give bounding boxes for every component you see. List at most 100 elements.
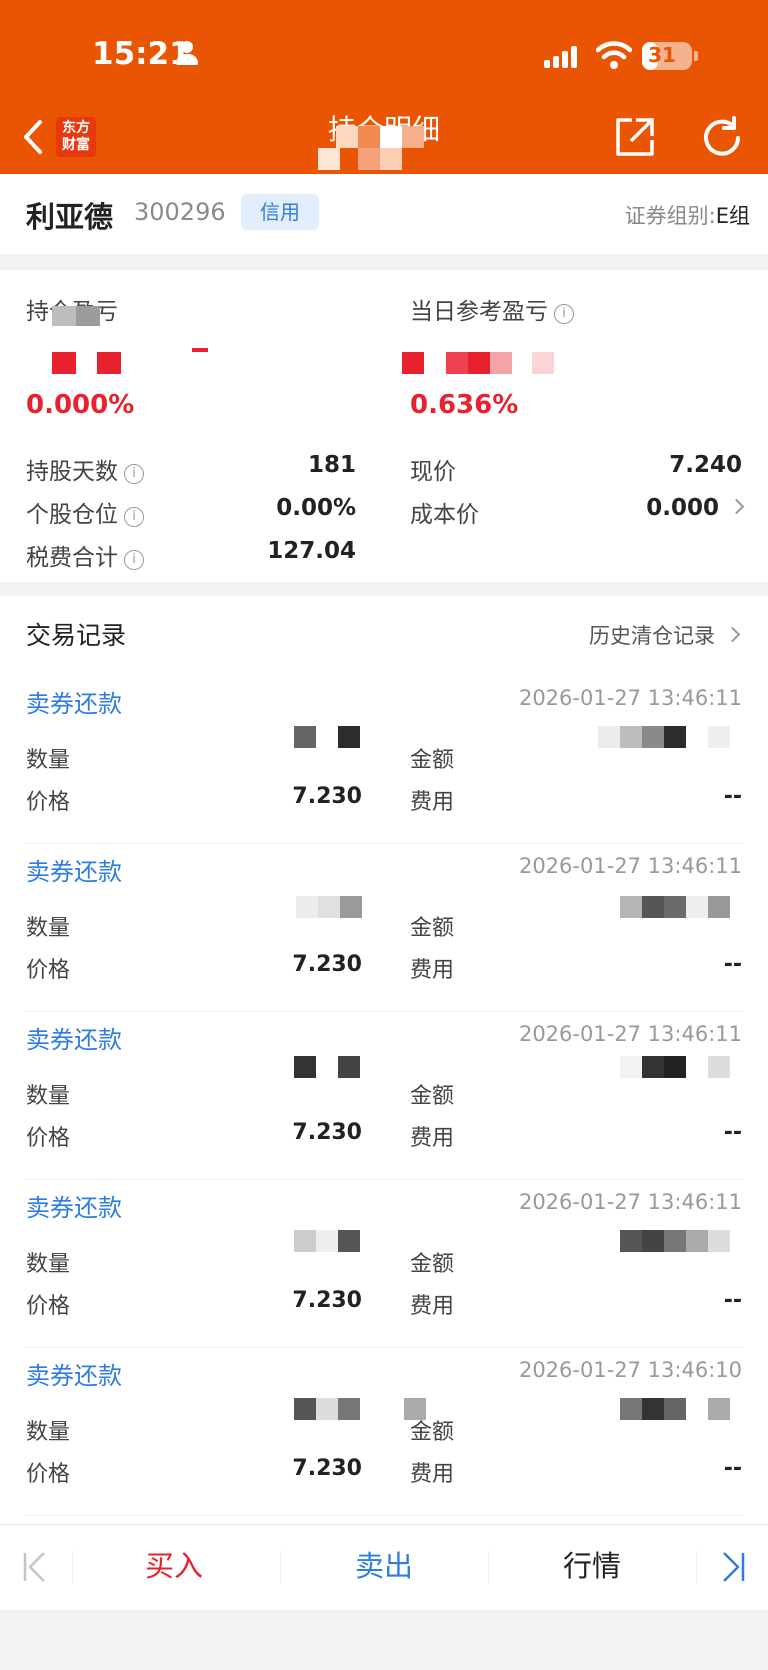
fee-value: -- <box>723 1288 742 1313</box>
holding-days-value: 181 <box>307 452 356 478</box>
fee-value: -- <box>723 1120 742 1145</box>
price-value: 7.230 <box>292 952 362 977</box>
total-fees-label: 税费合计 i <box>26 538 144 572</box>
redaction-mosaic <box>272 726 362 748</box>
price-label: 价格 <box>26 1126 71 1151</box>
trade-time: 2026-01-27 13:46:11 <box>518 1022 742 1046</box>
price-label: 价格 <box>26 958 71 983</box>
qty-label: 数量 <box>26 1252 71 1277</box>
wifi-icon <box>596 41 632 69</box>
buy-button[interactable]: 买入 <box>84 1543 264 1585</box>
trade-type: 卖券还款 <box>26 1026 122 1054</box>
fee-label: 费用 <box>410 1462 455 1487</box>
redaction-mosaic <box>620 1230 730 1252</box>
trade-time: 2026-01-27 13:46:11 <box>518 686 742 710</box>
redaction-mosaic <box>620 1398 730 1420</box>
price-value: 7.230 <box>292 1288 362 1313</box>
trade-type: 卖券还款 <box>26 1362 122 1390</box>
home-indicator-area <box>0 1610 768 1670</box>
cellular-signal-icon <box>544 44 584 68</box>
trade-records: 交易记录 历史清仓记录 卖券还款 2026-01-27 13:46:11 数量 … <box>0 596 768 1526</box>
price-label: 价格 <box>26 1294 71 1319</box>
trade-type: 卖券还款 <box>26 858 122 886</box>
redaction-mosaic <box>598 726 742 748</box>
bottom-action-bar: 买入 卖出 行情 <box>0 1524 768 1610</box>
sell-button[interactable]: 卖出 <box>294 1543 474 1585</box>
fee-value: -- <box>723 1456 742 1481</box>
redaction-mosaic <box>52 306 102 326</box>
amount-label: 金额 <box>410 1252 455 1277</box>
trade-item[interactable]: 卖券还款 2026-01-27 13:46:11 数量 金额 价格 7.230 … <box>26 676 742 844</box>
daily-pl-label: 当日参考盈亏 i <box>410 292 574 326</box>
redaction-mosaic <box>296 896 362 918</box>
qty-label: 数量 <box>26 1420 71 1445</box>
first-page-icon[interactable] <box>20 1547 50 1587</box>
price-value: 7.230 <box>292 1120 362 1145</box>
trade-item[interactable]: 卖券还款 2026-01-27 13:46:11 数量 金额 价格 7.230 … <box>26 1012 742 1180</box>
cost-price-row[interactable]: 0.000 <box>560 495 745 521</box>
battery-icon: 31 <box>642 42 698 70</box>
current-price-label: 现价 <box>410 459 456 485</box>
price-label: 价格 <box>26 1462 71 1487</box>
daily-pl-percent: 0.636% <box>410 390 519 420</box>
credit-badge: 信用 <box>241 194 319 230</box>
redaction-mosaic <box>318 126 444 174</box>
position-ratio-label: 个股仓位 i <box>26 495 144 529</box>
redaction-mosaic <box>620 1056 730 1078</box>
fee-value: -- <box>723 952 742 977</box>
share-button[interactable] <box>614 116 656 158</box>
person-icon <box>176 41 198 67</box>
holding-days-label: 持股天数 i <box>26 452 144 486</box>
info-icon[interactable]: i <box>554 304 574 324</box>
fee-label: 费用 <box>410 1294 455 1319</box>
amount-label: 金额 <box>410 1420 455 1445</box>
total-fees-value: 127.04 <box>267 538 356 564</box>
stock-code: 300296 <box>134 198 226 226</box>
price-value: 7.230 <box>292 1456 362 1481</box>
last-page-icon[interactable] <box>718 1547 748 1587</box>
redaction-mosaic <box>402 352 562 374</box>
info-icon[interactable]: i <box>124 464 144 484</box>
qty-label: 数量 <box>26 748 71 773</box>
stock-name: 利亚德 <box>26 200 114 234</box>
refresh-button[interactable] <box>700 116 744 160</box>
trades-title: 交易记录 <box>26 621 127 650</box>
price-label: 价格 <box>26 790 71 815</box>
redaction-mosaic <box>620 896 730 918</box>
chevron-right-icon <box>724 626 741 643</box>
top-bar: 15:21 31 东方 财富 持仓明细 <box>0 0 768 174</box>
fee-label: 费用 <box>410 1126 455 1151</box>
cost-price-label: 成本价 <box>410 502 479 528</box>
holding-pl-percent: 0.000% <box>26 390 135 420</box>
trade-type: 卖券还款 <box>26 690 122 718</box>
trade-time: 2026-01-27 13:46:11 <box>518 1190 742 1214</box>
price-value: 7.230 <box>292 784 362 809</box>
chevron-right-icon <box>728 498 745 515</box>
fee-value: -- <box>723 784 742 809</box>
trade-item[interactable]: 卖券还款 2026-01-27 13:46:10 数量 金额 价格 7.230 … <box>26 1348 742 1516</box>
amount-label: 金额 <box>410 748 455 773</box>
history-clearance-link[interactable]: 历史清仓记录 <box>589 620 741 650</box>
position-summary: 持仓盈亏 0.000% 当日参考盈亏i 0.636% 持股天数i 181 个股仓… <box>0 270 768 582</box>
battery-level: 31 <box>648 43 676 67</box>
trade-item[interactable]: 卖券还款 2026-01-27 13:46:11 数量 金额 价格 7.230 … <box>26 844 742 1012</box>
trade-time: 2026-01-27 13:46:10 <box>518 1358 742 1382</box>
trade-item[interactable]: 卖券还款 2026-01-27 13:46:11 数量 金额 价格 7.230 … <box>26 1180 742 1348</box>
redaction-mosaic <box>294 1230 362 1252</box>
position-ratio-value: 0.00% <box>276 495 356 521</box>
trade-type: 卖券还款 <box>26 1194 122 1222</box>
redaction-mosaic <box>52 348 212 388</box>
amount-label: 金额 <box>410 1084 455 1109</box>
amount-label: 金额 <box>410 916 455 941</box>
info-icon[interactable]: i <box>124 550 144 570</box>
quote-button[interactable]: 行情 <box>502 1543 682 1585</box>
redaction-mosaic <box>294 1056 362 1078</box>
fee-label: 费用 <box>410 958 455 983</box>
info-icon[interactable]: i <box>124 507 144 527</box>
fee-label: 费用 <box>410 790 455 815</box>
qty-label: 数量 <box>26 1084 71 1109</box>
stock-header: 利亚德 300296 信用 证券组别:E组 <box>0 174 768 254</box>
qty-label: 数量 <box>26 916 71 941</box>
security-group: 证券组别:E组 <box>624 204 750 228</box>
trade-time: 2026-01-27 13:46:11 <box>518 854 742 878</box>
